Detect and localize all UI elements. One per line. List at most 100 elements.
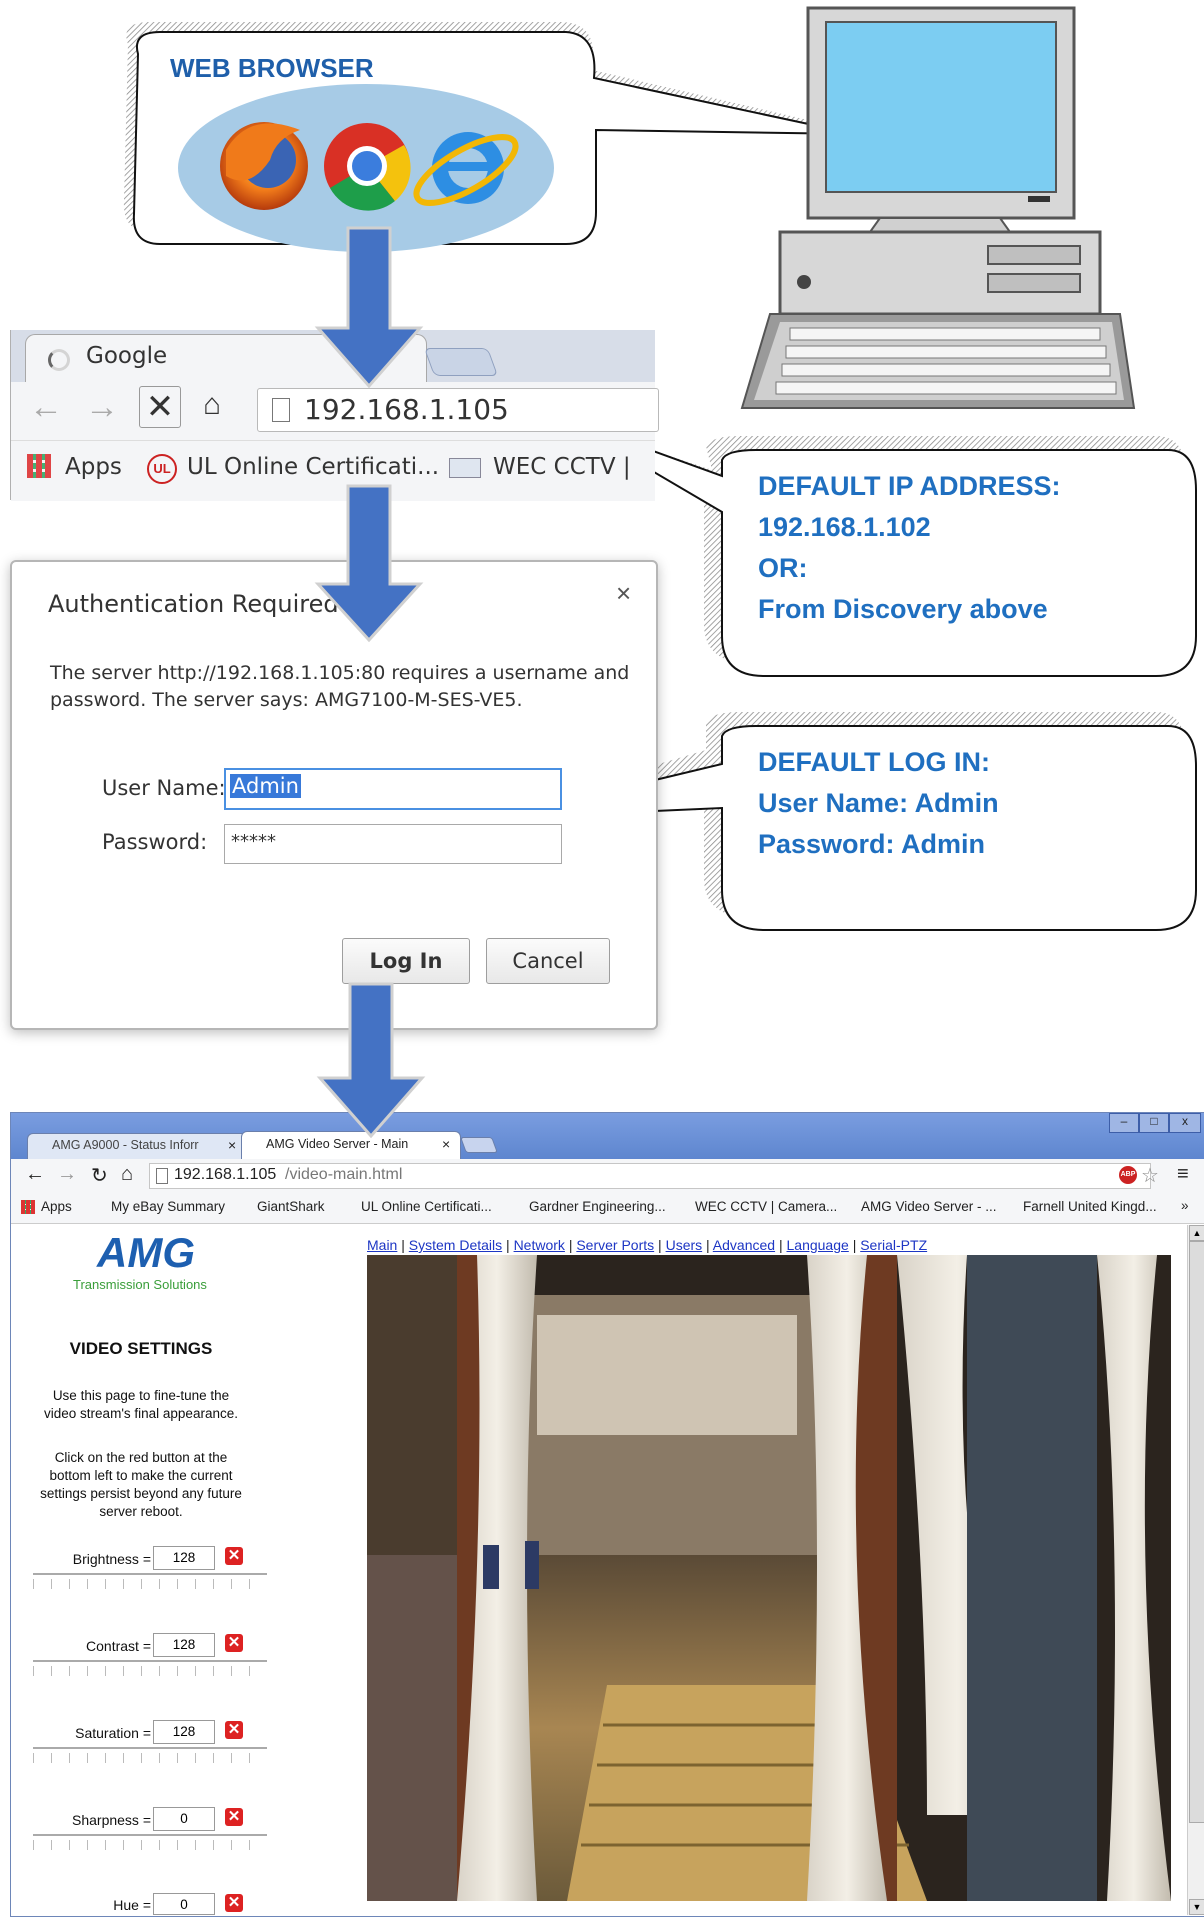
vertical-scrollbar[interactable]: ▲ ▼: [1187, 1225, 1204, 1915]
nav-separator: |: [568, 1237, 573, 1253]
bookmark-apps[interactable]: Apps: [65, 454, 122, 480]
apps-grid-icon: [27, 454, 51, 478]
nav-separator: |: [706, 1237, 710, 1253]
login-callout-line: Password: Admin: [758, 829, 986, 859]
reset-button[interactable]: ✕: [225, 1634, 243, 1652]
username-field[interactable]: Admin: [224, 768, 562, 810]
bookmarks-bar: Apps My eBay Summary GiantShark UL Onlin…: [11, 1195, 1204, 1219]
setting-value-input[interactable]: 128: [153, 1720, 215, 1744]
bookmark-item[interactable]: WEC CCTV | Camera...: [695, 1199, 837, 1214]
forward-icon[interactable]: →: [85, 388, 119, 427]
nav-link-system-details[interactable]: System Details: [409, 1237, 502, 1253]
close-icon[interactable]: ×: [616, 578, 631, 609]
bookmark-wec[interactable]: WEC CCTV |: [493, 454, 631, 480]
setting-label: Brightness =: [72, 1551, 151, 1567]
apps-grid-icon: [21, 1200, 35, 1214]
stop-icon[interactable]: ✕: [139, 386, 181, 428]
ip-callout-line: DEFAULT IP ADDRESS:: [758, 471, 1061, 501]
adblock-badge[interactable]: ABP: [1119, 1166, 1137, 1184]
sharpness-slider[interactable]: [33, 1834, 267, 1854]
setting-contrast: Contrast = 128 ✕: [11, 1632, 271, 1692]
saturation-slider[interactable]: [33, 1747, 267, 1767]
new-tab-button[interactable]: [460, 1137, 498, 1153]
bookmark-ul[interactable]: UL Online Certificati...: [187, 454, 439, 480]
persist-line: settings persist beyond any future: [40, 1486, 242, 1501]
nav-link-main[interactable]: Main: [367, 1237, 397, 1253]
persist-line: bottom left to make the current: [49, 1468, 233, 1483]
close-button[interactable]: x: [1169, 1113, 1201, 1133]
reset-button[interactable]: ✕: [225, 1894, 243, 1912]
scroll-thumb[interactable]: [1189, 1241, 1204, 1823]
tab-amg-a9000[interactable]: AMG A9000 - Status Inforr ×: [27, 1133, 247, 1160]
bookmark-star-icon[interactable]: ☆: [1141, 1163, 1159, 1188]
reset-button[interactable]: ✕: [225, 1547, 243, 1565]
home-icon[interactable]: ⌂: [121, 1163, 133, 1186]
password-field[interactable]: *****: [224, 824, 562, 864]
chrome-icon: [324, 123, 411, 211]
scroll-up-icon[interactable]: ▲: [1189, 1225, 1204, 1241]
address-bar[interactable]: 192.168.1.105 /video-main.html: [149, 1163, 1151, 1189]
menu-icon[interactable]: ≡: [1177, 1163, 1189, 1186]
web-browser-title: WEB BROWSER: [170, 53, 374, 83]
bookmark-item[interactable]: Farnell United Kingd...: [1023, 1199, 1157, 1214]
bookmark-item[interactable]: GiantShark: [257, 1199, 325, 1214]
browser-tab[interactable]: Google: [25, 334, 427, 383]
page-icon: [272, 398, 290, 422]
address-host: 192.168.1.105: [174, 1166, 277, 1183]
amg-logo-subtitle: Transmission Solutions: [73, 1277, 207, 1292]
back-icon[interactable]: ←: [29, 388, 63, 427]
reset-button[interactable]: ✕: [225, 1808, 243, 1826]
contrast-slider[interactable]: [33, 1660, 267, 1680]
address-text: 192.168.1.105: [304, 393, 509, 426]
bookmark-item[interactable]: AMG Video Server - ...: [861, 1199, 997, 1214]
nav-link-server-ports[interactable]: Server Ports: [576, 1237, 654, 1253]
nav-link-serial-ptz[interactable]: Serial-PTZ: [860, 1237, 927, 1253]
intro-line: Use this page to fine-tune the: [52, 1388, 230, 1403]
nav-link-advanced[interactable]: Advanced: [713, 1237, 775, 1253]
scroll-down-icon[interactable]: ▼: [1189, 1899, 1204, 1915]
ip-callout-line: OR:: [758, 553, 808, 583]
bookmark-item[interactable]: Apps: [41, 1199, 72, 1214]
minimize-button[interactable]: –: [1109, 1113, 1139, 1133]
persist-line: server reboot.: [99, 1504, 183, 1519]
setting-sharpness: Sharpness = 0 ✕: [11, 1806, 271, 1866]
reset-button[interactable]: ✕: [225, 1721, 243, 1739]
dialog-message-line1: The server http://192.168.1.105:80 requi…: [50, 662, 630, 684]
tab-close-icon[interactable]: ×: [228, 1137, 236, 1153]
home-icon[interactable]: ⌂: [203, 388, 221, 422]
new-tab-button[interactable]: [423, 348, 499, 376]
wec-icon: [449, 458, 481, 478]
setting-label: Hue =: [113, 1897, 151, 1913]
maximize-button[interactable]: □: [1139, 1113, 1169, 1133]
bookmark-item[interactable]: Gardner Engineering...: [529, 1199, 666, 1214]
back-icon[interactable]: ←: [25, 1163, 45, 1186]
nav-separator: |: [778, 1237, 783, 1253]
desktop-computer-icon: [740, 6, 1136, 409]
ip-callout-line: 192.168.1.102: [758, 512, 931, 542]
bookmark-item[interactable]: My eBay Summary: [111, 1199, 225, 1214]
setting-value-input[interactable]: 0: [153, 1807, 215, 1831]
reload-icon[interactable]: ↻: [91, 1163, 108, 1188]
nav-link-network[interactable]: Network: [514, 1237, 565, 1253]
address-path: /video-main.html: [285, 1166, 403, 1183]
address-bar[interactable]: 192.168.1.105: [257, 388, 659, 432]
login-callout-line: DEFAULT LOG IN:: [758, 747, 990, 777]
forward-icon[interactable]: →: [57, 1163, 77, 1186]
bookmark-item[interactable]: UL Online Certificati...: [361, 1199, 492, 1214]
amg-logo-text: AMG: [97, 1229, 195, 1276]
tab-amg-video-server[interactable]: AMG Video Server - Main ×: [241, 1131, 461, 1160]
brightness-slider[interactable]: [33, 1573, 267, 1593]
username-label: User Name:: [102, 776, 226, 800]
setting-value-input[interactable]: 128: [153, 1633, 215, 1657]
nav-link-users[interactable]: Users: [666, 1237, 703, 1253]
more-bookmarks[interactable]: »: [1181, 1198, 1189, 1213]
nav-links: Main | System Details | Network | Server…: [367, 1237, 927, 1253]
tab-close-icon[interactable]: ×: [442, 1136, 450, 1152]
setting-value-input[interactable]: 0: [153, 1893, 215, 1915]
cancel-button[interactable]: Cancel: [486, 938, 610, 984]
amg-browser-window: AMG A9000 - Status Inforr × AMG Video Se…: [10, 1112, 1204, 1917]
nav-link-language[interactable]: Language: [787, 1237, 849, 1253]
setting-value-input[interactable]: 128: [153, 1546, 215, 1570]
tab-title: Google: [86, 343, 168, 369]
log-in-button[interactable]: Log In: [342, 938, 470, 984]
